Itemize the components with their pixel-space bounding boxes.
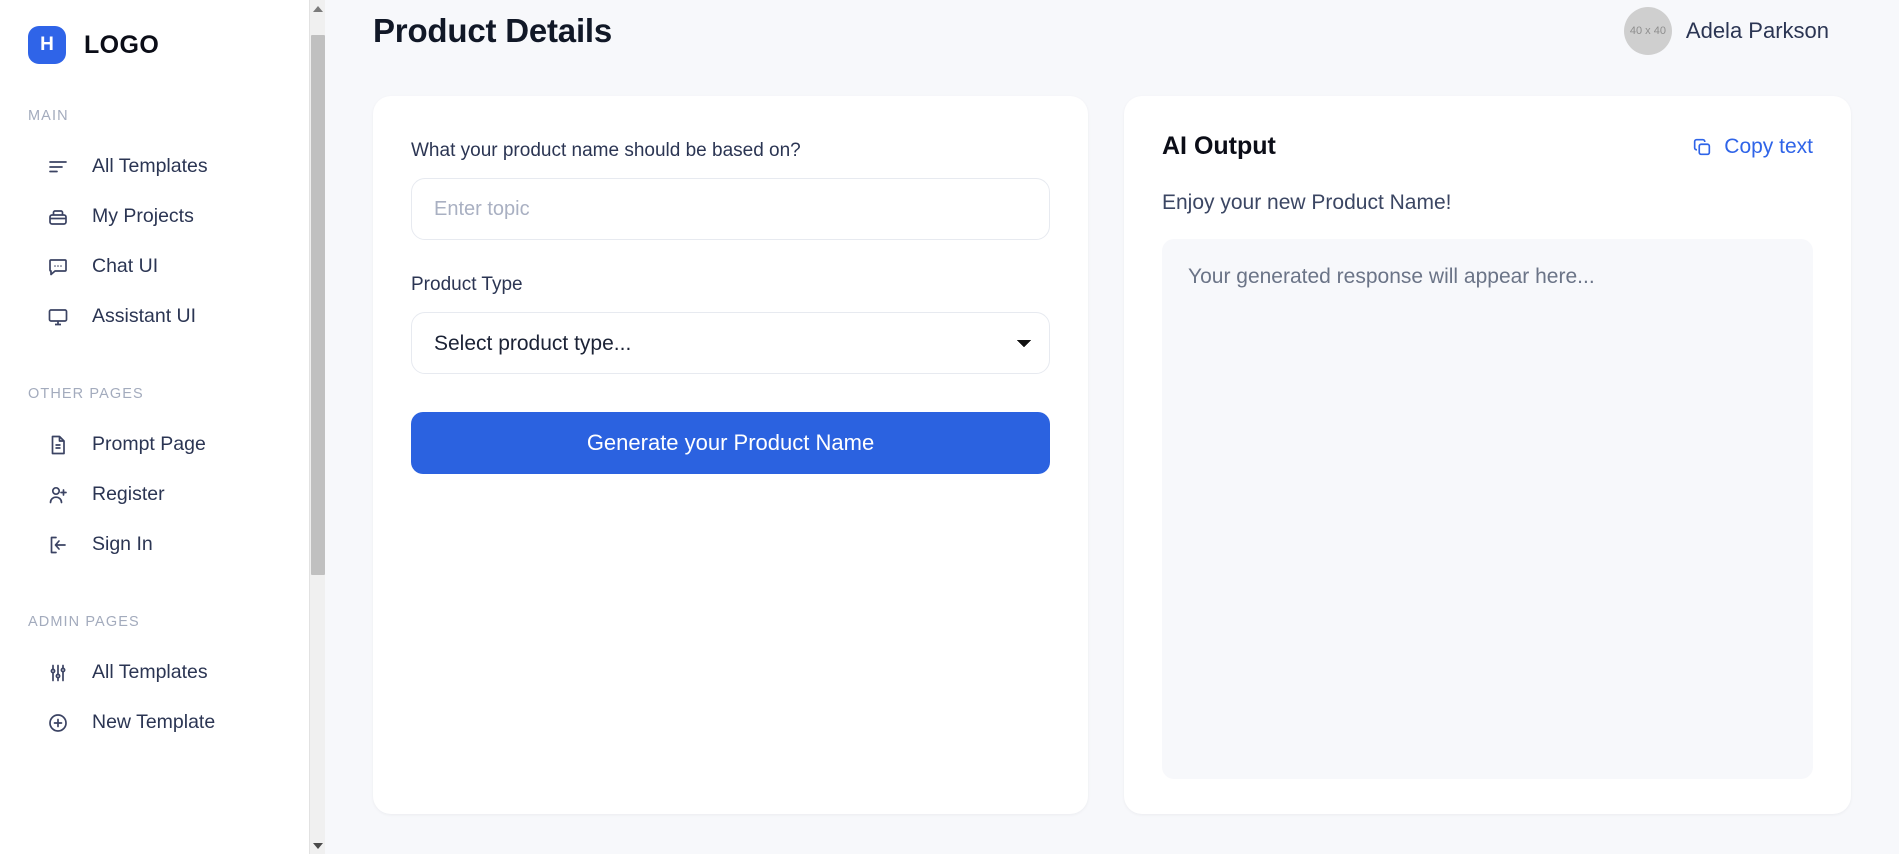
sidebar-item-label: All Templates: [92, 661, 208, 684]
copy-text-button[interactable]: Copy text: [1691, 135, 1813, 159]
top-bar: Product Details 40 x 40 Adela Parkson: [373, 0, 1851, 58]
monitor-icon: [46, 305, 70, 329]
topic-label: What your product name should be based o…: [411, 140, 801, 161]
content-row: What your product name should be based o…: [373, 96, 1851, 814]
app-root: H LOGO MAIN All Templates My Projects Ch…: [0, 0, 1899, 854]
ai-output-response-area[interactable]: Your generated response will appear here…: [1162, 239, 1813, 779]
chat-bubble-icon: [46, 255, 70, 279]
sidebar-item-label: New Template: [92, 711, 216, 734]
plus-circle-icon: [46, 711, 70, 735]
ai-output-title: AI Output: [1162, 132, 1276, 160]
page-title: Product Details: [373, 12, 613, 49]
product-type-label: Product Type: [411, 274, 523, 295]
sidebar-item-label: All Templates: [92, 155, 208, 178]
sign-in-icon: [46, 533, 70, 557]
search-input[interactable]: [411, 178, 1050, 240]
sidebar-item-new-template[interactable]: New Template: [0, 698, 310, 748]
brand-logo[interactable]: H LOGO: [0, 0, 310, 64]
sidebar-item-register[interactable]: Register: [0, 470, 310, 520]
field-spacer: [411, 240, 1050, 274]
scrollbar-thumb[interactable]: [311, 35, 325, 575]
avatar: 40 x 40: [1623, 7, 1672, 55]
main-content: Product Details 40 x 40 Adela Parkson Wh…: [325, 0, 1899, 854]
briefcase-icon: [46, 205, 70, 229]
ai-output-header: AI Output Copy text: [1162, 132, 1813, 161]
user-name: Adela Parkson: [1685, 18, 1829, 43]
sidebar-item-chat-ui[interactable]: Chat UI: [0, 242, 310, 292]
sidebar-item-label: Register: [92, 483, 165, 506]
scroll-up-arrow-icon[interactable]: [310, 0, 326, 17]
sidebar-item-my-projects[interactable]: My Projects: [0, 192, 310, 242]
sliders-icon: [46, 661, 70, 685]
brand-name: LOGO: [84, 30, 160, 59]
sidebar-item-all-templates[interactable]: All Templates: [0, 142, 310, 192]
align-left-icon: [46, 155, 70, 179]
product-type-select[interactable]: Select product type...: [411, 312, 1050, 374]
brand-badge-icon: H: [28, 26, 66, 64]
sidebar-section-admin-pages-label: ADMIN PAGES: [28, 614, 140, 630]
generate-product-name-button[interactable]: Generate your Product Name: [411, 412, 1050, 474]
sidebar-section-other-pages-label: OTHER PAGES: [28, 386, 144, 402]
sidebar-item-label: My Projects: [92, 205, 194, 228]
copy-text-label: Copy text: [1724, 134, 1813, 158]
ai-output-subtitle: Enjoy your new Product Name!: [1162, 191, 1452, 214]
sidebar-section-main-label: MAIN: [28, 108, 69, 124]
sidebar-item-label: Chat UI: [92, 255, 159, 278]
document-icon: [46, 433, 70, 457]
ai-output-card: AI Output Copy text Enjoy your new Produ…: [1124, 96, 1851, 814]
user-menu[interactable]: 40 x 40 Adela Parkson: [1623, 7, 1851, 55]
sidebar-item-assistant-ui[interactable]: Assistant UI: [0, 292, 310, 342]
sidebar-item-label: Sign In: [92, 533, 153, 556]
copy-icon: [1691, 136, 1713, 158]
sidebar-item-label: Prompt Page: [92, 433, 206, 456]
sidebar: H LOGO MAIN All Templates My Projects Ch…: [0, 0, 325, 854]
scroll-down-arrow-icon[interactable]: [310, 837, 326, 854]
sidebar-item-sign-in[interactable]: Sign In: [0, 520, 310, 570]
sidebar-item-admin-all-templates[interactable]: All Templates: [0, 648, 310, 698]
sidebar-item-prompt-page[interactable]: Prompt Page: [0, 420, 310, 470]
product-form-card: What your product name should be based o…: [373, 96, 1088, 814]
sidebar-scrollbar[interactable]: [309, 0, 325, 854]
sidebar-scroll-content: H LOGO MAIN All Templates My Projects Ch…: [0, 0, 310, 854]
user-plus-icon: [46, 483, 70, 507]
sidebar-item-label: Assistant UI: [92, 305, 197, 328]
